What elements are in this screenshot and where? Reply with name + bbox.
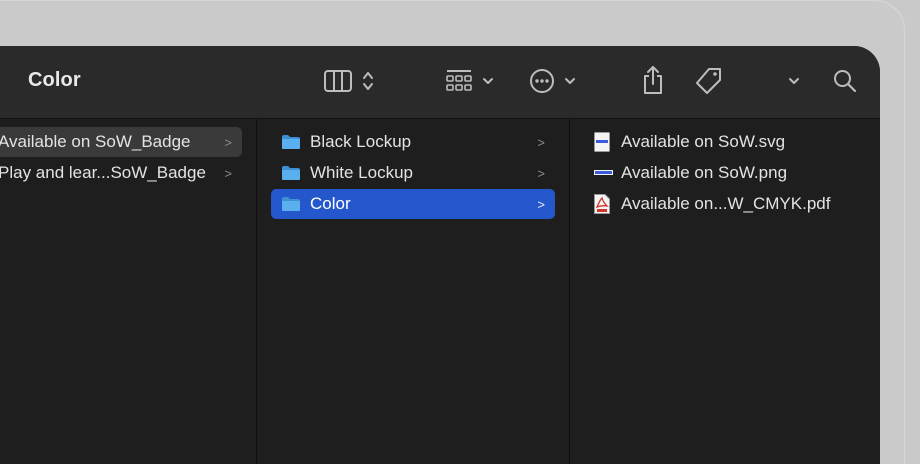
finder-window: Color Available on SoW_Badge > Play and …: [0, 46, 880, 464]
item-label: Available on...W_CMYK.pdf: [621, 194, 831, 213]
item-label: Available on SoW.png: [621, 163, 788, 182]
pdf-file-icon: [594, 194, 610, 214]
group-grid-icon[interactable]: [445, 69, 473, 93]
png-file-icon: [594, 163, 613, 183]
list-item[interactable]: Black Lockup >: [271, 127, 555, 157]
up-down-chevron-icon[interactable]: [362, 70, 374, 92]
chevron-right-icon: >: [224, 166, 232, 181]
chevron-down-icon[interactable]: [564, 76, 576, 86]
list-item[interactable]: Available on...W_CMYK.pdf: [594, 189, 874, 219]
chevron-right-icon: >: [224, 135, 232, 150]
list-item[interactable]: Available on SoW_Badge >: [0, 127, 242, 157]
item-label: Available on SoW_Badge: [0, 132, 191, 151]
list-item[interactable]: Available on SoW.svg: [594, 127, 874, 157]
chevron-right-icon: >: [537, 135, 545, 150]
more-actions-icon[interactable]: [529, 68, 555, 94]
column-1: Available on SoW_Badge > Play and lear..…: [0, 119, 257, 464]
list-item[interactable]: Available on SoW.png: [594, 158, 874, 188]
svg-file-icon: [594, 132, 610, 152]
item-label: Color: [310, 194, 351, 213]
list-item-selected[interactable]: Color >: [271, 189, 555, 219]
item-label: Black Lockup: [310, 132, 412, 151]
column-browser: Available on SoW_Badge > Play and lear..…: [0, 119, 880, 464]
column-3: Available on SoW.svg Available on SoW.pn…: [570, 119, 880, 464]
folder-icon: [281, 134, 301, 150]
list-item[interactable]: White Lockup >: [271, 158, 555, 188]
folder-icon: [281, 196, 301, 212]
tag-icon[interactable]: [694, 66, 724, 96]
chevron-right-icon: >: [537, 197, 545, 212]
toolbar: Color: [0, 46, 880, 119]
list-item[interactable]: Play and lear...SoW_Badge >: [0, 158, 242, 188]
window-title: Color: [28, 69, 81, 91]
search-icon[interactable]: [832, 68, 858, 94]
chevron-right-icon: >: [537, 166, 545, 181]
share-icon[interactable]: [641, 65, 665, 95]
item-label: Available on SoW.svg: [621, 132, 786, 151]
folder-icon: [281, 165, 301, 181]
chevron-down-icon[interactable]: [788, 76, 800, 86]
chevron-down-icon[interactable]: [482, 76, 494, 86]
column-view-icon[interactable]: [324, 70, 352, 92]
column-2: Black Lockup > White Lockup > Color >: [257, 119, 570, 464]
item-label: Play and lear...SoW_Badge: [0, 163, 206, 182]
item-label: White Lockup: [310, 163, 413, 182]
